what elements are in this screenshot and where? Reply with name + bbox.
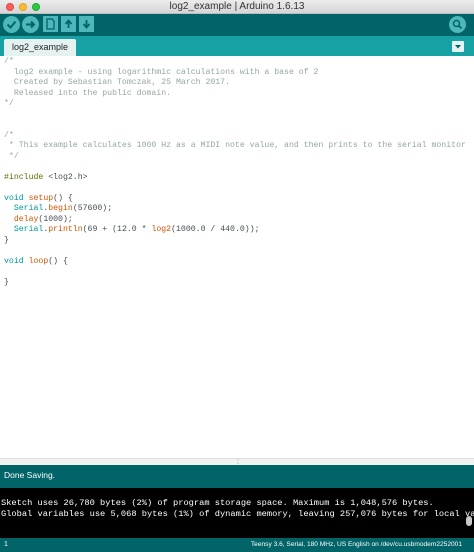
code-token: (1000.0 / 440.0));: [171, 225, 260, 234]
code-line: void setup() {: [4, 194, 73, 204]
code-line: }: [4, 277, 9, 287]
code-line: Serial.println(69 + (12.0 * log2(1000.0 …: [4, 225, 260, 235]
arrow-up-icon: [64, 19, 73, 28]
function-token: loop: [28, 256, 49, 266]
keyword-token: void: [4, 256, 24, 266]
board-info: Teensy 3.6, Serial, 180 MHz, US English …: [250, 541, 462, 548]
code-token: (1000);: [38, 214, 73, 224]
upload-button[interactable]: [22, 16, 39, 33]
arrow-right-icon: [26, 20, 36, 29]
function-token: log2: [151, 225, 172, 234]
code-line: /*: [4, 57, 14, 66]
open-sketch-button[interactable]: [61, 16, 76, 32]
verify-button[interactable]: [3, 16, 20, 33]
console-bottom: [0, 530, 474, 538]
window-title: log2_example | Arduino 1.6.13: [169, 1, 305, 12]
preprocessor-token: #include: [4, 172, 44, 182]
code-token: <log2.h>: [43, 172, 88, 182]
status-message: Done Saving.: [4, 470, 56, 480]
keyword-token: Serial: [4, 225, 44, 234]
code-line: void loop() {: [4, 257, 68, 267]
new-file-icon: [46, 18, 55, 30]
console-output[interactable]: Sketch uses 26,780 bytes (2%) of program…: [0, 488, 474, 530]
code-line: */: [4, 99, 14, 108]
serial-monitor-button[interactable]: [449, 16, 466, 33]
code-line: Serial.begin(57600);: [4, 204, 112, 214]
console-scrollbar[interactable]: [466, 516, 472, 526]
code-line: */: [4, 151, 19, 161]
footer-bar: 1 Teensy 3.6, Serial, 180 MHz, US Englis…: [0, 538, 474, 552]
save-sketch-button[interactable]: [79, 16, 94, 32]
code-token: (69 + (12.0 *: [82, 225, 152, 234]
code-editor[interactable]: /* log2 example - using logarithmic calc…: [0, 56, 474, 458]
code-line: * This example calculates 1000 Hz as a M…: [4, 141, 466, 150]
check-icon: [6, 20, 17, 29]
dropdown-arrow-icon: [455, 45, 461, 49]
console-line: Sketch uses 26,780 bytes (2%) of program…: [1, 498, 434, 508]
tab-bar: log2_example: [0, 36, 474, 56]
tab-log2-example[interactable]: log2_example: [4, 39, 76, 56]
code-line: log2 example - using logarithmic calcula…: [4, 67, 319, 77]
console-line: Global variables use 5,068 bytes (1%) of…: [1, 509, 474, 519]
function-token: println: [48, 225, 83, 234]
arrow-down-icon: [82, 20, 91, 29]
title-bar: log2_example | Arduino 1.6.13: [0, 0, 474, 14]
code-line: /*: [4, 130, 14, 140]
new-sketch-button[interactable]: [43, 16, 58, 32]
editor-console-splitter[interactable]: ⋮: [0, 458, 474, 465]
magnifier-icon: [452, 19, 463, 30]
function-token: setup: [28, 193, 54, 203]
code-line: Created by Sebastian Tomczak, 25 March 2…: [4, 78, 231, 87]
code-token: (57600);: [72, 204, 113, 213]
line-number: 1: [4, 541, 8, 548]
tab-menu-button[interactable]: [452, 41, 464, 52]
code-line: }: [4, 235, 9, 245]
code-line: #include <log2.h>: [4, 173, 88, 183]
code-token: () {: [53, 193, 73, 203]
status-bar: Done Saving.: [0, 465, 474, 485]
code-line: Released into the public domain.: [4, 88, 172, 98]
keyword-token: Serial: [4, 204, 44, 213]
code-line: delay(1000);: [4, 215, 73, 225]
function-token: delay: [13, 214, 39, 224]
keyword-token: void: [4, 193, 24, 203]
toolbar: [0, 14, 474, 36]
function-token: begin: [48, 204, 73, 213]
code-token: () {: [48, 256, 68, 266]
